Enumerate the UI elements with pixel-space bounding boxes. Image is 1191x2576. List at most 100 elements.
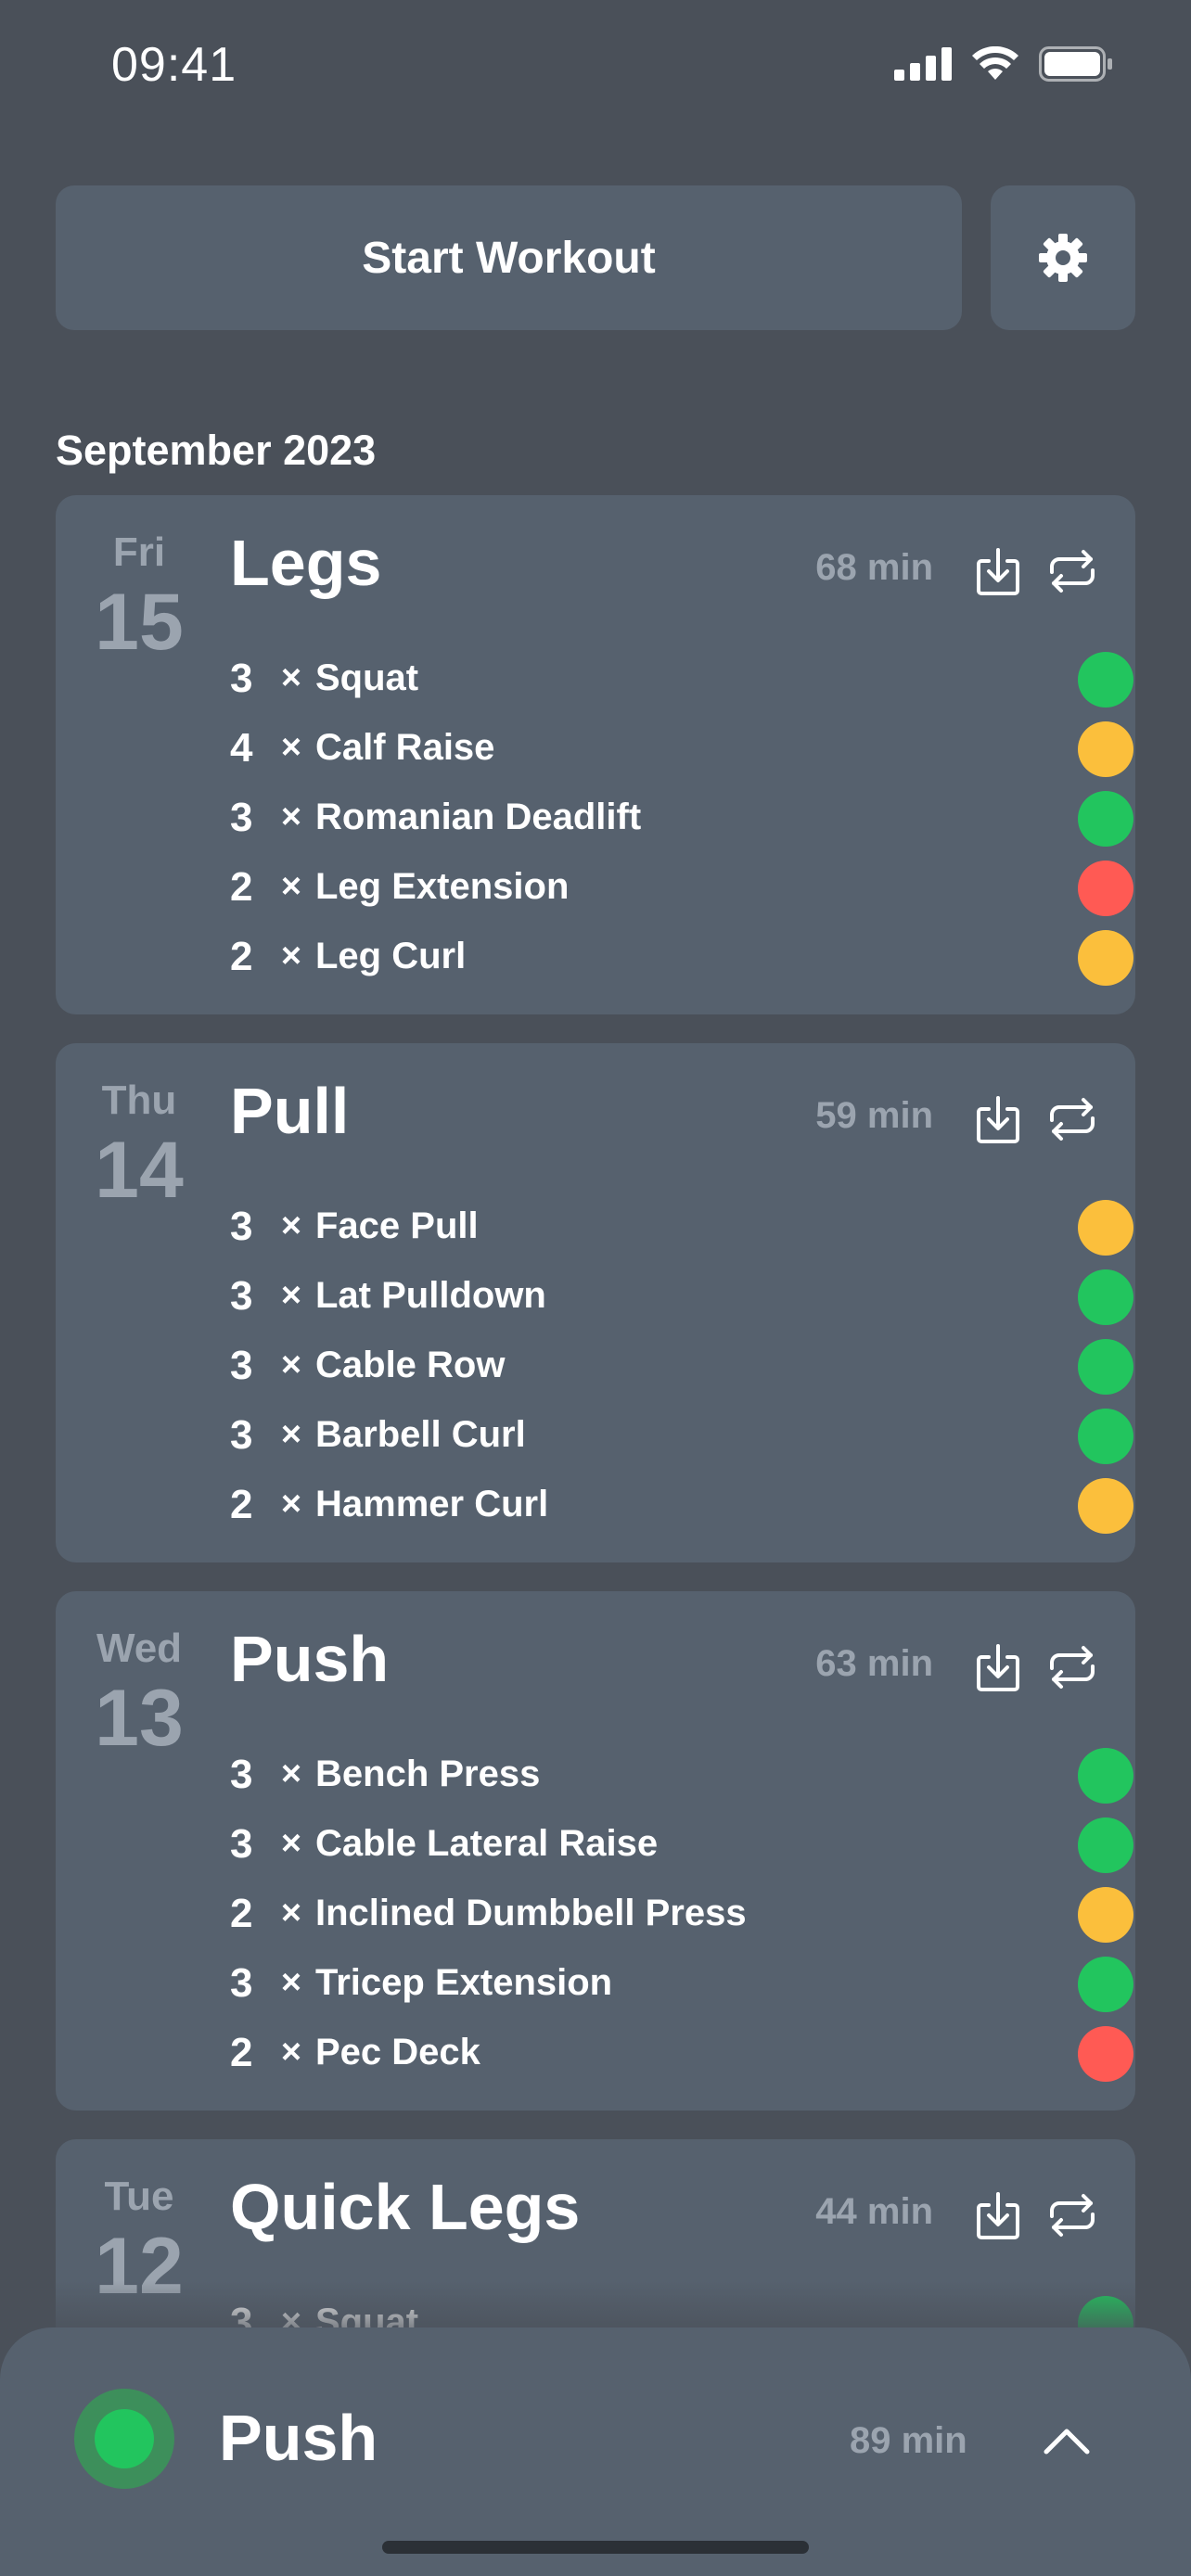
exercise-status-dot	[1078, 1748, 1133, 1804]
exercise-multiplier: ×	[280, 1754, 302, 1793]
export-button[interactable]	[972, 2189, 1024, 2241]
active-indicator	[74, 2389, 174, 2489]
exercise-row: 3 × Cable Row	[230, 1331, 1133, 1400]
status-icons	[894, 46, 1113, 82]
exercise-name: Tricep Extension	[315, 1962, 613, 2003]
exercise-sets: 3	[230, 655, 253, 701]
exercise-row: 3 × Bench Press	[230, 1740, 1133, 1809]
repeat-icon	[1050, 1646, 1095, 1689]
workout-weekday: Tue	[104, 2174, 174, 2219]
exercise-status-dot	[1078, 1200, 1133, 1256]
exercise-multiplier: ×	[280, 867, 302, 906]
export-button[interactable]	[972, 545, 1024, 597]
exercise-row: 2 × Pec Deck	[230, 2018, 1133, 2087]
exercise-name: Face Pull	[315, 1205, 479, 1246]
export-icon	[977, 2192, 1019, 2239]
exercise-name: Leg Extension	[315, 866, 570, 907]
workout-duration: 63 min	[815, 1643, 933, 1684]
exercise-name: Inclined Dumbbell Press	[315, 1893, 747, 1933]
active-workout-duration: 89 min	[850, 2420, 967, 2461]
workout-duration: 44 min	[815, 2191, 933, 2232]
exercise-multiplier: ×	[280, 1824, 302, 1863]
exercise-row: 3 × Cable Lateral Raise	[230, 1809, 1133, 1879]
chevron-up-icon[interactable]	[1039, 2413, 1095, 2468]
start-workout-button[interactable]: Start Workout	[56, 185, 962, 330]
repeat-button[interactable]	[1046, 2189, 1098, 2241]
active-indicator-dot	[95, 2409, 154, 2468]
repeat-button[interactable]	[1046, 545, 1098, 597]
exercise-multiplier: ×	[280, 1963, 302, 2002]
exercise-multiplier: ×	[280, 1415, 302, 1454]
exercise-name: Romanian Deadlift	[315, 797, 642, 837]
exercise-status-dot	[1078, 1478, 1133, 1534]
exercise-multiplier: ×	[280, 1485, 302, 1524]
exercise-multiplier: ×	[280, 2033, 302, 2072]
workout-card[interactable]: Wed 13 Push 63 min 3 × Bench Press 3 × C…	[56, 1591, 1135, 2111]
exercise-multiplier: ×	[280, 1894, 302, 1932]
exercise-name: Lat Pulldown	[315, 1275, 546, 1316]
exercise-list: 3 × Squat 4 × Calf Raise 3 × Romanian De…	[230, 644, 1133, 991]
exercise-status-dot	[1078, 2026, 1133, 2082]
exercise-sets: 3	[230, 794, 253, 840]
repeat-button[interactable]	[1046, 1641, 1098, 1693]
exercise-multiplier: ×	[280, 797, 302, 836]
exercise-row: 3 × Face Pull	[230, 1192, 1133, 1261]
repeat-icon	[1050, 1098, 1095, 1141]
exercise-status-dot	[1078, 1887, 1133, 1943]
workout-duration: 68 min	[815, 547, 933, 588]
exercise-status-dot	[1078, 791, 1133, 847]
month-header: September 2023	[56, 427, 377, 474]
signal-icon	[894, 47, 952, 81]
export-icon	[977, 1644, 1019, 1691]
exercise-multiplier: ×	[280, 1206, 302, 1245]
active-workout-panel[interactable]: Push 89 min	[0, 2327, 1191, 2576]
exercise-sets: 2	[230, 1890, 253, 1936]
wifi-icon	[972, 46, 1018, 80]
exercise-row: 2 × Leg Extension	[230, 852, 1133, 922]
settings-button[interactable]	[991, 185, 1135, 330]
exercise-name: Hammer Curl	[315, 1484, 549, 1524]
exercise-sets: 3	[230, 1959, 253, 2006]
workout-day-number: 15	[95, 578, 184, 667]
exercise-sets: 3	[230, 1203, 253, 1249]
export-button[interactable]	[972, 1641, 1024, 1693]
exercise-sets: 3	[230, 1342, 253, 1388]
export-icon	[977, 1096, 1019, 1143]
exercise-list: 3 × Bench Press 3 × Cable Lateral Raise …	[230, 1740, 1133, 2087]
workout-day-number: 14	[95, 1126, 184, 1215]
exercise-sets: 3	[230, 1411, 253, 1458]
workout-date: Fri 15	[56, 529, 223, 667]
exercise-row: 3 × Barbell Curl	[230, 1400, 1133, 1470]
workout-card[interactable]: Thu 14 Pull 59 min 3 × Face Pull 3 × Lat…	[56, 1043, 1135, 1562]
exercise-status-dot	[1078, 1269, 1133, 1325]
exercise-status-dot	[1078, 861, 1133, 916]
repeat-button[interactable]	[1046, 1093, 1098, 1145]
exercise-row: 2 × Leg Curl	[230, 922, 1133, 991]
exercise-name: Cable Lateral Raise	[315, 1823, 659, 1864]
exercise-sets: 3	[230, 1272, 253, 1319]
exercise-multiplier: ×	[280, 728, 302, 767]
battery-icon	[1039, 46, 1112, 82]
workout-weekday: Thu	[101, 1078, 177, 1123]
exercise-status-dot	[1078, 652, 1133, 708]
workout-date: Wed 13	[56, 1626, 223, 1759]
workout-duration: 59 min	[815, 1095, 933, 1136]
export-button[interactable]	[972, 1093, 1024, 1145]
gear-icon	[1039, 234, 1087, 282]
active-workout-title: Push	[219, 2402, 378, 2474]
exercise-status-dot	[1078, 1817, 1133, 1873]
workout-weekday: Fri	[112, 529, 166, 575]
export-icon	[977, 548, 1019, 595]
exercise-name: Pec Deck	[315, 2032, 480, 2072]
status-time: 09:41	[111, 38, 237, 92]
workout-card[interactable]: Fri 15 Legs 68 min 3 × Squat 4 × Calf Ra…	[56, 495, 1135, 1014]
workout-title: Quick Legs	[230, 2171, 581, 2243]
exercise-name: Leg Curl	[315, 936, 467, 976]
exercise-name: Calf Raise	[315, 727, 495, 768]
workout-date: Thu 14	[56, 1078, 223, 1215]
workout-title: Push	[230, 1623, 390, 1695]
exercise-multiplier: ×	[280, 658, 302, 697]
workout-weekday: Wed	[96, 1626, 183, 1671]
exercise-row: 3 × Lat Pulldown	[230, 1261, 1133, 1331]
exercise-row: 3 × Romanian Deadlift	[230, 783, 1133, 852]
